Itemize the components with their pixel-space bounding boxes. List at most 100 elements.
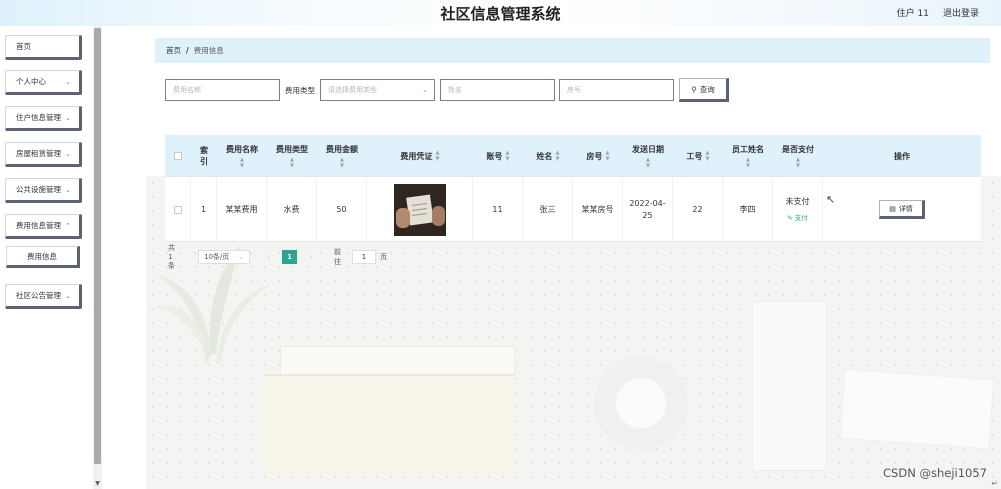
sidebar-subitem-label: 费用信息 xyxy=(27,251,57,261)
sidebar-item-label: 费用信息管理 xyxy=(16,221,61,230)
fee-name-input[interactable]: 费用名称 xyxy=(165,79,280,101)
sidebar-item-resident-management[interactable]: 住户信息管理 ⌄ xyxy=(5,106,82,131)
sort-icon[interactable]: ▲ ▼ xyxy=(505,150,509,162)
goto-label: 前往 xyxy=(334,248,341,266)
breadcrumb-separator: / xyxy=(186,46,189,55)
sidebar-subitem-fee-info[interactable]: 费用信息 xyxy=(6,246,80,268)
column-header-staff-no[interactable]: 工号 ▲ ▼ xyxy=(673,135,723,177)
goto-page-input[interactable]: 1 xyxy=(352,250,376,264)
sidebar-item-announcement-management[interactable]: 社区公告管理 ⌄ xyxy=(5,284,82,309)
column-header-fee-name[interactable]: 费用名称 ▲ ▼ xyxy=(217,135,267,177)
watermark: CSDN @sheji1057 xyxy=(883,466,987,480)
name-input[interactable]: 姓名 xyxy=(440,79,555,101)
column-header-label: 姓名 xyxy=(536,151,553,161)
voucher-image[interactable] xyxy=(393,183,446,236)
column-header-label: 索引 xyxy=(200,146,208,166)
page-suffix: 页 xyxy=(380,253,387,261)
column-header-label: 账号 xyxy=(486,151,503,161)
column-header-actions: 操作 xyxy=(823,135,981,177)
ring-decoration xyxy=(594,356,688,450)
sort-icon[interactable]: ▲ ▼ xyxy=(555,150,559,162)
column-header-label: 费用类型 xyxy=(276,144,308,154)
pay-link[interactable]: ✎ 支付 xyxy=(787,212,808,224)
column-header-label: 是否支付 xyxy=(782,144,814,154)
page-size-value: 10条/页 xyxy=(204,253,230,261)
sort-icon[interactable]: ▲ ▼ xyxy=(340,157,344,169)
sidebar-item-fee-management[interactable]: 费用信息管理 ⌃ xyxy=(5,214,82,239)
column-header-account[interactable]: 账号 ▲ ▼ xyxy=(473,135,523,177)
sidebar-item-rental-management[interactable]: 房屋租赁管理 ⌄ xyxy=(5,142,82,167)
chevron-down-icon: ⌄ xyxy=(65,150,71,158)
cell-fee-amount: 50 xyxy=(317,177,367,242)
cell-actions: ▤ 详情 xyxy=(823,177,981,242)
column-header-name[interactable]: 姓名 ▲ ▼ xyxy=(523,135,573,177)
pay-link-label: 支付 xyxy=(794,213,808,222)
column-header-staff-name[interactable]: 员工姓名 ▲ ▼ xyxy=(723,135,773,177)
sort-icon[interactable]: ▲ ▼ xyxy=(605,150,609,162)
chevron-down-icon: ⌄ xyxy=(65,78,71,86)
sidebar-item-personal-center[interactable]: 个人中心 ⌄ xyxy=(5,70,82,95)
fee-type-select[interactable]: 请选择费用类型 ⌄ xyxy=(320,79,435,101)
chevron-down-icon: ⌄ xyxy=(65,186,71,194)
sidebar-item-label: 公共设施管理 xyxy=(16,185,61,194)
page-size-select[interactable]: 10条/页 ⌄ xyxy=(198,250,250,264)
column-header-label: 费用金额 xyxy=(326,144,358,154)
return-icon: ↵ xyxy=(991,479,998,488)
column-header-label: 费用凭证 xyxy=(400,151,433,161)
sort-icon[interactable]: ▲ ▼ xyxy=(290,157,294,169)
column-header-room[interactable]: 房号 ▲ ▼ xyxy=(573,135,623,177)
cell-name: 张三 xyxy=(523,177,573,242)
sort-icon[interactable]: ▲ ▼ xyxy=(796,157,800,169)
select-all-checkbox[interactable] xyxy=(174,152,182,160)
column-header-index[interactable]: 索引 xyxy=(191,135,217,177)
scroll-down-arrow-icon[interactable]: ▼ xyxy=(94,480,101,487)
next-page-button[interactable]: › xyxy=(304,250,318,264)
scrollbar-thumb[interactable] xyxy=(94,28,101,464)
sort-icon[interactable]: ▲ ▼ xyxy=(435,150,439,162)
chevron-right-icon: › xyxy=(309,253,313,261)
column-header-fee-amount[interactable]: 费用金额 ▲ ▼ xyxy=(317,135,367,177)
column-header-fee-type[interactable]: 费用类型 ▲ ▼ xyxy=(267,135,317,177)
query-button-label: 查询 xyxy=(699,84,715,94)
breadcrumb-current: 费用信息 xyxy=(193,46,224,55)
row-checkbox[interactable] xyxy=(173,205,182,214)
column-header-fee-voucher[interactable]: 费用凭证 ▲ ▼ xyxy=(367,135,473,177)
document-icon: ▤ xyxy=(889,204,896,213)
paid-status: 未支付 xyxy=(785,196,810,206)
prev-page-button[interactable]: ‹ xyxy=(262,250,276,264)
box-decoration xyxy=(839,368,995,450)
detail-button-label: 详情 xyxy=(898,204,913,213)
box-decoration xyxy=(264,374,514,474)
sidebar-scrollbar[interactable]: ▼ xyxy=(93,26,102,489)
chevron-down-icon: ⌄ xyxy=(65,292,71,300)
detail-button[interactable]: ▤ 详情 xyxy=(879,200,925,219)
main-content: 首页 / 费用信息 费用名称 费用类型 请选择费用类型 ⌄ 姓名 房号 ⚲ 查询… xyxy=(102,26,1001,489)
column-header-send-date[interactable]: 发送日期 ▲ ▼ xyxy=(623,135,673,177)
fee-type-label: 费用类型 xyxy=(285,86,315,95)
pagination-total: 共 1 条 xyxy=(168,244,175,270)
sort-icon[interactable]: ▲ ▼ xyxy=(240,157,244,169)
sidebar-item-facility-management[interactable]: 公共设施管理 ⌄ xyxy=(5,178,82,203)
fee-table: 索引 费用名称 ▲ ▼ 费用类型 ▲ ▼ 费用金额 ▲ ▼ 费用凭证 ▲ ▼ 账号 ▲ ▼ xyxy=(165,135,981,242)
mouse-cursor-icon: ↖ xyxy=(826,193,836,206)
column-header-paid[interactable]: 是否支付 ▲ ▼ xyxy=(773,135,823,177)
chevron-left-icon: ‹ xyxy=(267,253,271,261)
page-number-1[interactable]: 1 xyxy=(282,250,297,264)
query-button[interactable]: ⚲ 查询 xyxy=(679,78,729,102)
sort-icon[interactable]: ▲ ▼ xyxy=(646,157,650,169)
row-checkbox-cell xyxy=(165,177,191,242)
sort-icon[interactable]: ▲ ▼ xyxy=(705,150,709,162)
column-header-label: 发送日期 xyxy=(632,144,664,154)
sidebar: 首页 个人中心 ⌄ 住户信息管理 ⌄ 房屋租赁管理 ⌄ 公共设施管理 ⌄ 费用信… xyxy=(0,26,92,489)
cell-staff-no: 22 xyxy=(673,177,723,242)
search-bar: 费用名称 费用类型 请选择费用类型 ⌄ 姓名 房号 ⚲ 查询 xyxy=(102,78,1001,102)
column-header-label: 操作 xyxy=(894,151,910,161)
cylinder-decoration xyxy=(752,301,827,471)
logout-link[interactable]: 退出登录 xyxy=(943,6,979,19)
room-input[interactable]: 房号 xyxy=(559,79,674,101)
cell-room: 某某房号 xyxy=(573,177,623,242)
sidebar-item-home[interactable]: 首页 xyxy=(5,35,82,60)
search-icon: ⚲ xyxy=(691,84,697,94)
breadcrumb-home[interactable]: 首页 xyxy=(166,45,181,56)
sort-icon[interactable]: ▲ ▼ xyxy=(746,157,750,169)
